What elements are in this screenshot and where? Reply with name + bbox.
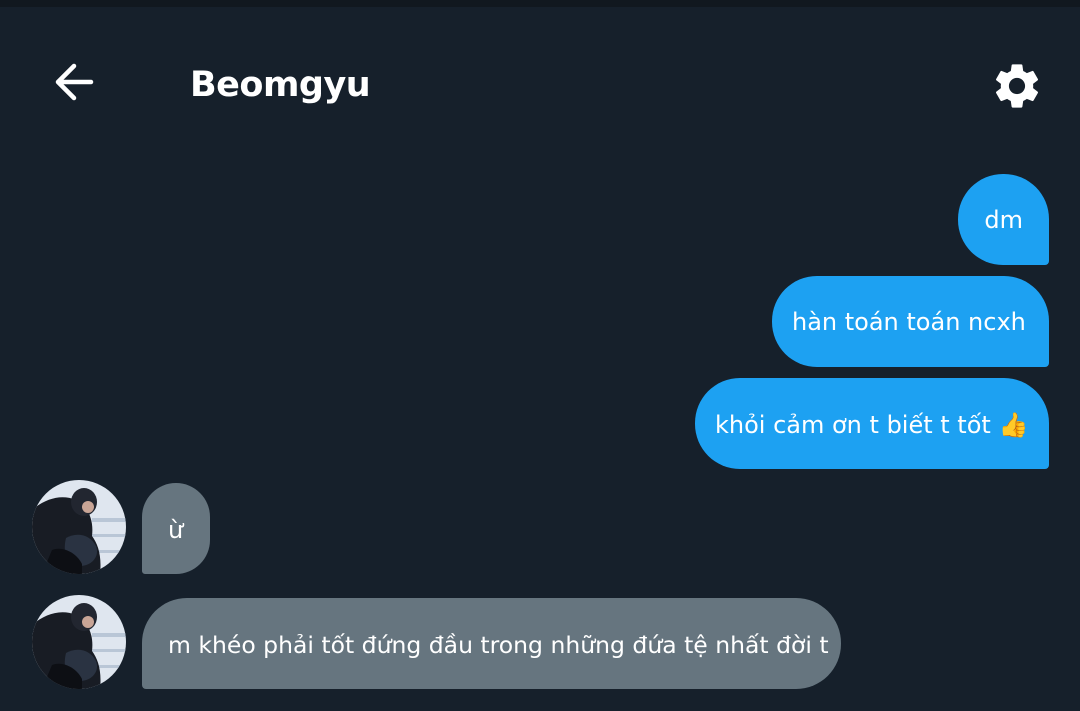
message-text: khỏi cảm ơn t biết t tốt 👍: [715, 411, 1029, 439]
contact-avatar[interactable]: [32, 595, 126, 689]
user-avatar-icon: [32, 595, 126, 689]
message-bubble[interactable]: m khéo phải tốt đứng đầu trong những đứa…: [142, 598, 841, 689]
contact-avatar[interactable]: [32, 480, 126, 574]
status-strip: [0, 0, 1080, 7]
message-text: m khéo phải tốt đứng đầu trong những đứa…: [168, 631, 829, 659]
message-text: ừ: [168, 516, 184, 544]
message-text: hàn toán toán ncxh: [792, 308, 1026, 336]
message-bubble[interactable]: khỏi cảm ơn t biết t tốt 👍: [695, 378, 1049, 469]
gear-icon: [995, 64, 1039, 108]
message-text: dm: [984, 206, 1023, 234]
message-bubble[interactable]: hàn toán toán ncxh: [772, 276, 1049, 367]
chat-header: Beomgyu: [0, 7, 1080, 157]
back-button[interactable]: [44, 52, 104, 112]
settings-button[interactable]: [982, 51, 1052, 121]
user-avatar-icon: [32, 480, 126, 574]
message-bubble[interactable]: ừ: [142, 483, 210, 574]
message-bubble[interactable]: dm: [958, 174, 1049, 265]
chat-title: Beomgyu: [190, 65, 371, 105]
arrow-left-icon: [55, 63, 94, 101]
